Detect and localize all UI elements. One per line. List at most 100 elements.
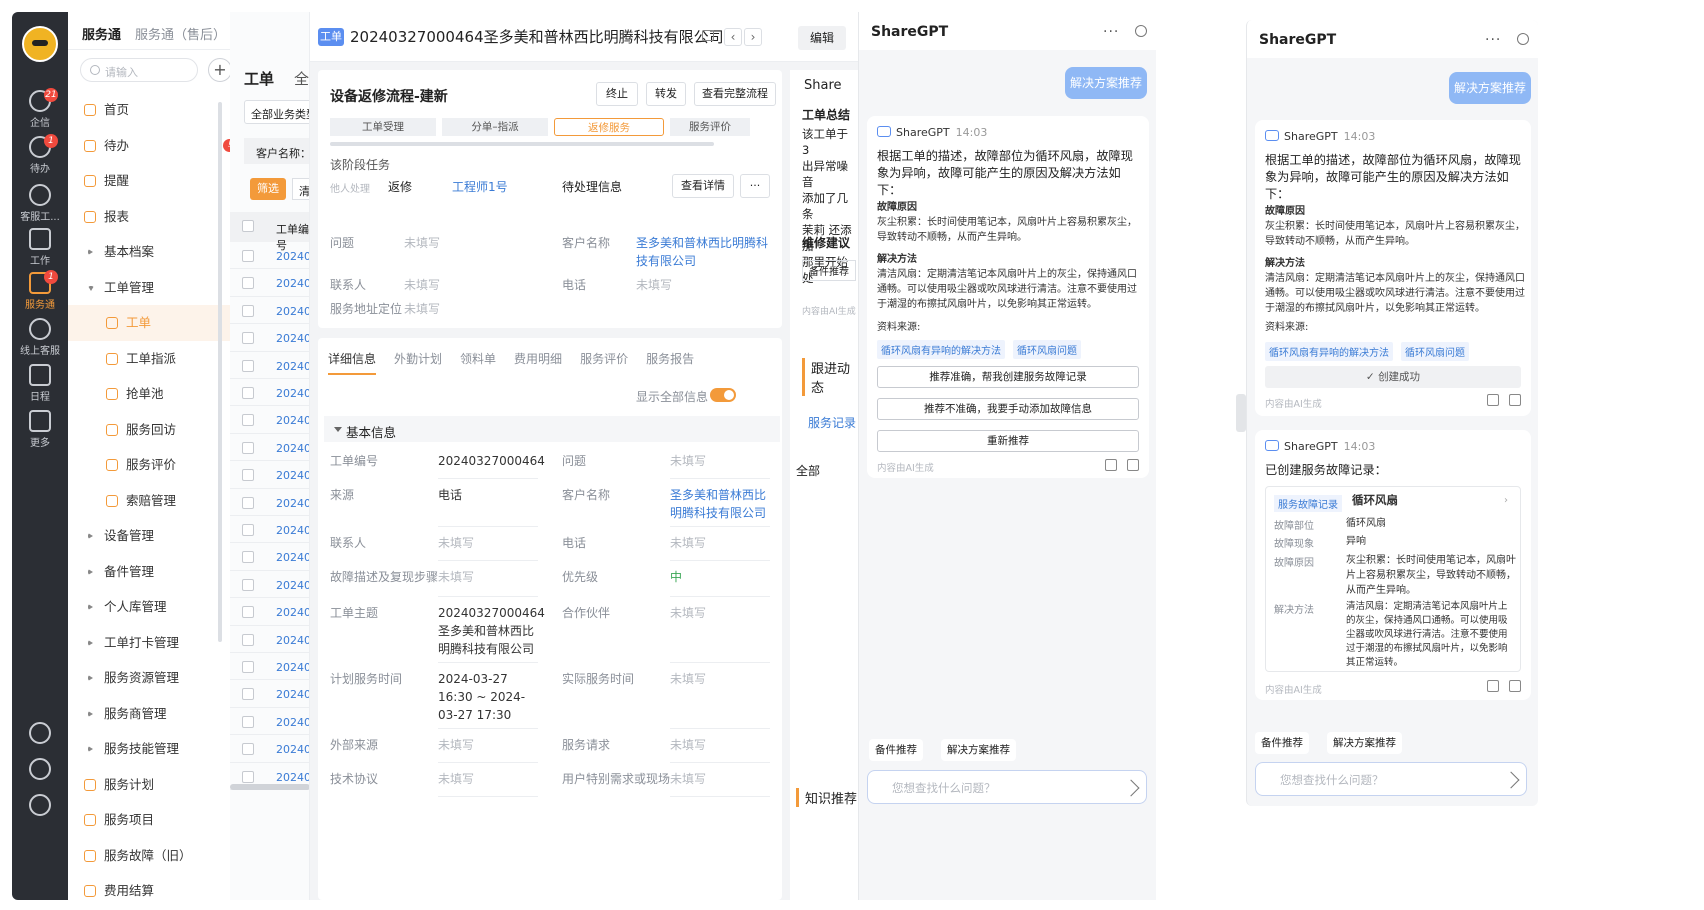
- lock-icon[interactable]: [702, 30, 714, 41]
- ticket-number-link[interactable]: 202403: [276, 606, 309, 619]
- row-checkbox[interactable]: [242, 277, 254, 290]
- source-link[interactable]: 循环风扇问题: [1401, 342, 1469, 361]
- table-row[interactable]: 202403: [230, 680, 309, 708]
- nav-item-service-plan[interactable]: 服务计划: [68, 767, 246, 803]
- prev-button[interactable]: ‹: [724, 28, 742, 46]
- table-row[interactable]: 202403: [230, 379, 309, 407]
- row-checkbox[interactable]: [242, 661, 254, 673]
- rail-item-more[interactable]: 更多: [12, 408, 68, 454]
- table-row[interactable]: 202403: [230, 626, 309, 653]
- ticket-number-link[interactable]: 202403: [276, 551, 309, 564]
- rail-item-service[interactable]: 服务通 1: [12, 270, 68, 316]
- filter-button[interactable]: 筛选: [250, 178, 286, 200]
- row-checkbox[interactable]: [242, 359, 254, 372]
- quick-solution-button[interactable]: 解决方案推荐: [941, 739, 1016, 761]
- app-switcher[interactable]: 服务通（售后）: [135, 28, 226, 43]
- add-button[interactable]: +: [208, 58, 232, 82]
- source-link[interactable]: 循环风扇有异响的解决方法: [877, 340, 1005, 359]
- ticket-number-link[interactable]: 202403: [276, 277, 309, 290]
- more-icon[interactable]: ···: [1103, 24, 1119, 40]
- table-row[interactable]: 202403: [230, 324, 309, 352]
- ticket-number-link[interactable]: 202404: [276, 250, 309, 263]
- rail-item-calendar[interactable]: 日程: [12, 362, 68, 408]
- ticket-number-link[interactable]: 202403: [276, 305, 309, 318]
- row-checkbox[interactable]: [242, 524, 254, 536]
- table-row[interactable]: 202403: [230, 269, 309, 297]
- panel-collapse-handle[interactable]: [1236, 394, 1246, 432]
- row-checkbox[interactable]: [242, 715, 254, 728]
- table-row[interactable]: 202403: [230, 735, 309, 763]
- table-row[interactable]: 202403: [230, 461, 309, 489]
- nav-group-resources[interactable]: 服务资源管理: [68, 660, 246, 696]
- thumbs-up-icon[interactable]: [1105, 459, 1117, 471]
- ticket-number-link[interactable]: 202403: [276, 387, 309, 400]
- chat-input[interactable]: 您想查找什么问题？: [1255, 762, 1527, 796]
- row-checkbox[interactable]: [242, 332, 254, 345]
- settings-icon[interactable]: [1517, 33, 1529, 45]
- quick-parts-button[interactable]: 备件推荐: [1255, 732, 1309, 754]
- accurate-create-button[interactable]: 推荐准确，帮我创建服务故障记录: [877, 366, 1139, 388]
- thumbs-up-icon[interactable]: [1487, 394, 1499, 406]
- inaccurate-manual-button[interactable]: 推荐不准确，我要手动添加故障信息: [877, 398, 1139, 420]
- stop-button[interactable]: 终止: [596, 82, 638, 106]
- ticket-number-link[interactable]: 202403: [276, 414, 309, 427]
- chat-input[interactable]: 您想查找什么问题？: [867, 770, 1147, 804]
- section-basic-info[interactable]: 基本信息: [324, 416, 780, 442]
- row-checkbox[interactable]: [242, 633, 254, 646]
- row-checkbox[interactable]: [242, 551, 254, 564]
- table-row[interactable]: 202403: [230, 598, 309, 626]
- list-title-all[interactable]: 全: [294, 68, 309, 89]
- ticket-number-link[interactable]: 202403: [276, 442, 309, 455]
- row-checkbox[interactable]: [242, 496, 254, 509]
- thumbs-up-icon[interactable]: [1487, 680, 1499, 692]
- table-row[interactable]: 202403: [230, 516, 309, 544]
- account-button[interactable]: [12, 792, 68, 838]
- ticket-number-link[interactable]: 202403: [276, 661, 309, 674]
- all-filter[interactable]: 全部: [796, 462, 820, 479]
- ticket-number-link[interactable]: 202403: [276, 524, 309, 537]
- select-all-checkbox[interactable]: [242, 220, 254, 232]
- rail-item-todo[interactable]: 待办 1: [12, 134, 68, 180]
- quick-parts-button[interactable]: 备件推荐: [869, 739, 923, 761]
- fault-record-card[interactable]: 服务故障记录 循环风扇 › 故障部位 循环风扇 故障现象 异响 故障原因 灰尘积…: [1265, 486, 1521, 672]
- rail-item-messages[interactable]: 企信 21: [12, 88, 68, 134]
- tab-rating[interactable]: 服务评价: [580, 350, 628, 367]
- forward-button[interactable]: 转发: [646, 82, 686, 106]
- nav-item-service-items[interactable]: 服务项目: [68, 802, 246, 838]
- table-row[interactable]: 202403: [230, 434, 309, 462]
- task-detail-button[interactable]: 查看详情: [672, 174, 734, 198]
- row-checkbox[interactable]: [242, 469, 254, 482]
- row-checkbox[interactable]: [242, 441, 254, 454]
- step-repair[interactable]: 返修服务: [554, 118, 664, 136]
- tab-report[interactable]: 服务报告: [646, 350, 694, 367]
- table-row[interactable]: 202404: [230, 242, 309, 270]
- ticket-number-link[interactable]: 202403: [276, 771, 309, 784]
- show-all-toggle[interactable]: [710, 388, 736, 402]
- quick-solution-button[interactable]: 解决方案推荐: [1327, 732, 1402, 754]
- row-checkbox[interactable]: [242, 743, 254, 756]
- table-row[interactable]: 202403: [230, 708, 309, 736]
- service-record-tab[interactable]: 服务记录: [808, 414, 856, 431]
- row-checkbox[interactable]: [242, 387, 254, 399]
- view-flow-button[interactable]: 查看完整流程: [694, 82, 776, 106]
- retry-button[interactable]: 重新推荐: [877, 430, 1139, 452]
- tab-costs[interactable]: 费用明细: [514, 350, 562, 367]
- row-checkbox[interactable]: [242, 578, 254, 591]
- horizontal-scrollbar[interactable]: [230, 784, 309, 790]
- next-button[interactable]: ›: [744, 28, 762, 46]
- row-checkbox[interactable]: [242, 606, 254, 619]
- customer-link[interactable]: 圣多美和普林西比明腾科技有限公司: [636, 234, 768, 270]
- source-link[interactable]: 循环风扇有异响的解决方法: [1265, 342, 1393, 361]
- field-value[interactable]: 圣多美和普林西比明腾科技有限公司: [670, 486, 774, 522]
- more-icon[interactable]: ···: [1485, 32, 1501, 48]
- task-engineer-link[interactable]: 工程师1号: [452, 178, 508, 195]
- edit-button[interactable]: 编辑: [798, 26, 846, 50]
- thumbs-down-icon[interactable]: [1509, 680, 1521, 692]
- nav-scrollbar[interactable]: [218, 102, 222, 642]
- clear-button[interactable]: 清: [292, 178, 309, 200]
- nav-group-skills[interactable]: 服务技能管理: [68, 731, 246, 767]
- step-dispatch[interactable]: 分单–指派: [442, 118, 548, 136]
- thumbs-down-icon[interactable]: [1127, 459, 1139, 471]
- tab-detail[interactable]: 详细信息: [328, 350, 377, 375]
- ticket-number-link[interactable]: 202403: [276, 360, 309, 373]
